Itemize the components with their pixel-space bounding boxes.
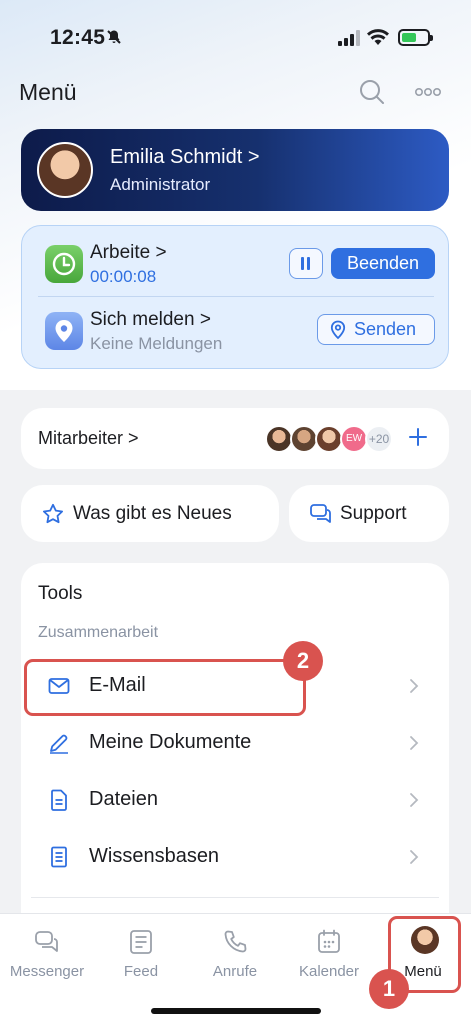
tool-label: Dateien: [89, 788, 158, 810]
profile-name: Emilia Schmidt >: [110, 146, 260, 168]
wifi-icon: [367, 29, 389, 45]
step-badge-2: 2: [283, 641, 323, 681]
tool-label: Wissensbasen: [89, 845, 220, 867]
page-title: Menü: [19, 79, 77, 105]
chevron-right-icon: [410, 736, 419, 750]
support-button[interactable]: Support: [289, 485, 449, 542]
signal-icon: [338, 30, 360, 46]
staff-card[interactable]: Mitarbeiter > EW +20: [21, 408, 449, 469]
support-label: Support: [340, 503, 407, 524]
avatar: [315, 425, 343, 453]
more-options-icon[interactable]: [414, 86, 442, 98]
avatar: [290, 425, 318, 453]
tool-item-documents[interactable]: Meine Dokumente: [21, 716, 449, 772]
add-icon[interactable]: [406, 425, 430, 449]
profile-card[interactable]: Emilia Schmidt > Administrator: [21, 129, 449, 211]
send-label: Senden: [354, 319, 417, 339]
step-badge-1: 1: [369, 969, 409, 1009]
star-icon: [43, 503, 63, 524]
file-icon: [51, 789, 67, 811]
tab-calendar[interactable]: Kalender: [282, 914, 376, 994]
home-indicator: [151, 1008, 321, 1014]
status-time: 12:45: [50, 26, 106, 49]
tab-label: Feed: [123, 963, 159, 980]
location-icon: [330, 320, 346, 340]
tool-item-files[interactable]: Dateien: [21, 773, 449, 829]
tool-item-knowledge-base[interactable]: Wissensbasen: [21, 830, 449, 886]
divider: [31, 897, 439, 898]
tool-label: Meine Dokumente: [89, 731, 252, 753]
tab-messenger[interactable]: Messenger: [0, 914, 94, 994]
news-label: Was gibt es Neues: [73, 503, 232, 524]
highlight-email: [24, 659, 306, 716]
tab-label: Kalender: [298, 963, 360, 980]
avatar-count: +20: [365, 425, 393, 453]
phone-icon: [224, 930, 247, 953]
work-title[interactable]: Arbeite >: [90, 242, 167, 264]
status-bar: 12:45: [0, 0, 471, 74]
tools-section-label: Zusammenarbeit: [38, 624, 159, 641]
feed-icon: [130, 930, 152, 954]
tab-feed[interactable]: Feed: [94, 914, 188, 994]
pen-icon: [50, 734, 68, 754]
news-button[interactable]: Was gibt es Neues: [21, 485, 279, 542]
chevron-right-icon: [410, 793, 419, 807]
battery-icon: [398, 29, 433, 46]
chevron-right-icon: [410, 850, 419, 864]
chat-icon: [35, 931, 58, 952]
calendar-icon: [318, 929, 340, 953]
tab-calls[interactable]: Anrufe: [188, 914, 282, 994]
end-button[interactable]: Beenden: [331, 248, 435, 279]
bell-muted-icon: [107, 30, 121, 44]
chevron-right-icon: [410, 679, 419, 693]
location-pin-icon: [45, 312, 83, 350]
profile-role: Administrator: [110, 175, 211, 194]
avatar-initials: EW: [340, 425, 368, 453]
pause-button[interactable]: [289, 248, 323, 279]
tab-label: Anrufe: [212, 963, 258, 980]
work-timer: 00:00:08: [90, 267, 157, 286]
report-title[interactable]: Sich melden >: [90, 309, 211, 331]
chat-icon: [310, 504, 331, 523]
avatar: [265, 425, 293, 453]
staff-label: Mitarbeiter >: [38, 428, 139, 448]
report-status: Keine Meldungen: [90, 334, 223, 353]
tab-label: Messenger: [9, 963, 85, 980]
send-button[interactable]: Senden: [317, 314, 435, 345]
tools-title: Tools: [38, 583, 83, 604]
clock-icon: [45, 245, 83, 283]
work-status-card: Arbeite > 00:00:08 Beenden Sich melden >…: [21, 225, 449, 369]
book-icon: [51, 846, 67, 868]
avatar: [37, 142, 93, 198]
search-icon[interactable]: [358, 78, 386, 106]
tools-card: Tools Zusammenarbeit E-Mail Meine Dokume…: [21, 563, 449, 963]
divider: [38, 296, 434, 297]
